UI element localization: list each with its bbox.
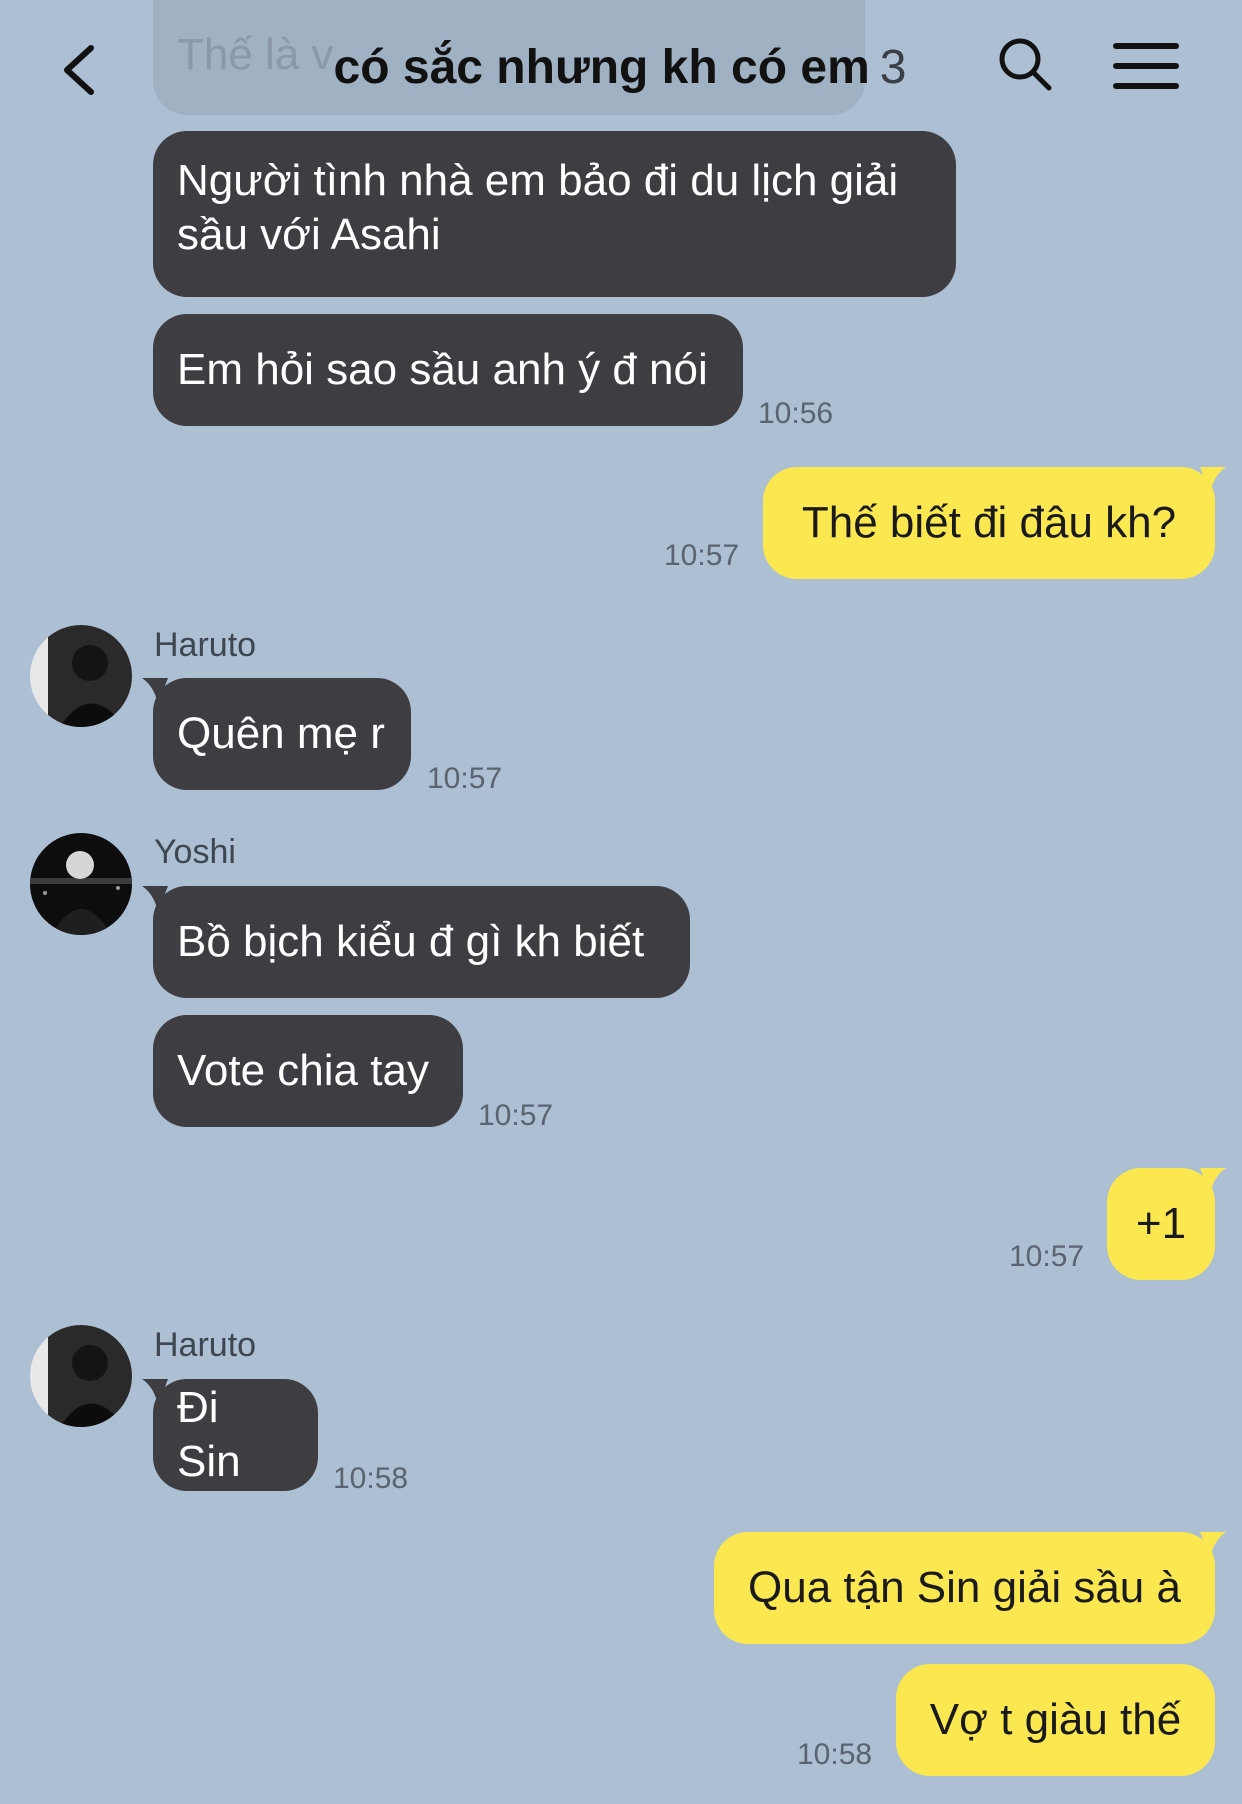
message-bubble[interactable]: Người tình nhà em bảo đi du lịch giải sầ… (153, 131, 956, 297)
chat-title: có sắc nhưng kh có em 3 (300, 30, 940, 105)
message-bubble[interactable]: Qua tận Sin giải sầu à (714, 1532, 1215, 1644)
avatar-haruto[interactable] (30, 625, 132, 727)
menu-button[interactable] (1112, 38, 1180, 94)
search-icon (999, 38, 1052, 91)
message-text: Người tình nhà em bảo đi du lịch giải sầ… (177, 156, 899, 259)
message-timestamp: 10:58 (333, 1462, 409, 1495)
message-bubble[interactable]: Thế biết đi đâu kh? (763, 467, 1215, 579)
message-timestamp: 10:58 (797, 1738, 873, 1771)
avatar-image (30, 625, 132, 727)
bubble-tail (1200, 1168, 1226, 1194)
message-text: Thế biết đi đâu kh? (801, 498, 1177, 547)
message-bubble[interactable]: Quên mẹ r (153, 678, 411, 790)
sender-name: Haruto (154, 1326, 257, 1364)
message-bubble[interactable]: Em hỏi sao sầu anh ý đ nói (153, 314, 743, 426)
chevron-left-icon (64, 45, 94, 95)
message-text: Em hỏi sao sầu anh ý đ nói (177, 345, 708, 394)
message-text: Vợ t giàu thế (929, 1695, 1182, 1744)
member-count: 3 (879, 41, 907, 94)
bubble-tail (1200, 467, 1226, 493)
message-bubble[interactable]: +1 (1107, 1168, 1215, 1280)
message-text: Qua tận Sin giải sầu à (748, 1563, 1181, 1612)
avatar-image (30, 833, 132, 935)
message-text: Bồ bịch kiểu đ gì kh biết (177, 917, 645, 966)
avatar-haruto[interactable] (30, 1325, 132, 1427)
sender-name: Haruto (154, 626, 257, 664)
message-bubble[interactable]: Vote chia tay (153, 1015, 463, 1127)
avatar-yoshi[interactable] (30, 833, 132, 935)
message-bubble[interactable]: Đi Sin (153, 1379, 318, 1491)
message-timestamp: 10:57 (478, 1099, 554, 1132)
message-text: +1 (1135, 1199, 1187, 1248)
message-bubble[interactable]: Bồ bịch kiểu đ gì kh biết (153, 886, 690, 998)
hamburger-menu-icon (1113, 43, 1179, 89)
message-timestamp: 10:57 (1009, 1240, 1085, 1273)
avatar-image (30, 1325, 132, 1427)
chat-title-text: có sắc nhưng kh có em (333, 41, 870, 94)
message-text: Quên mẹ r (177, 709, 385, 758)
sender-name: Yoshi (154, 833, 236, 871)
message-timestamp: 10:57 (427, 762, 503, 795)
message-bubble[interactable]: Vợ t giàu thế (896, 1664, 1215, 1776)
bubble-tail (1200, 1532, 1226, 1558)
chat-header: có sắc nhưng kh có em 3 (0, 0, 1242, 135)
message-timestamp: 10:56 (758, 397, 834, 430)
message-text: Đi Sin (177, 1383, 241, 1486)
message-text: Vote chia tay (177, 1046, 429, 1095)
message-timestamp: 10:57 (664, 539, 740, 572)
search-button[interactable] (995, 34, 1055, 94)
back-button[interactable] (55, 40, 105, 100)
